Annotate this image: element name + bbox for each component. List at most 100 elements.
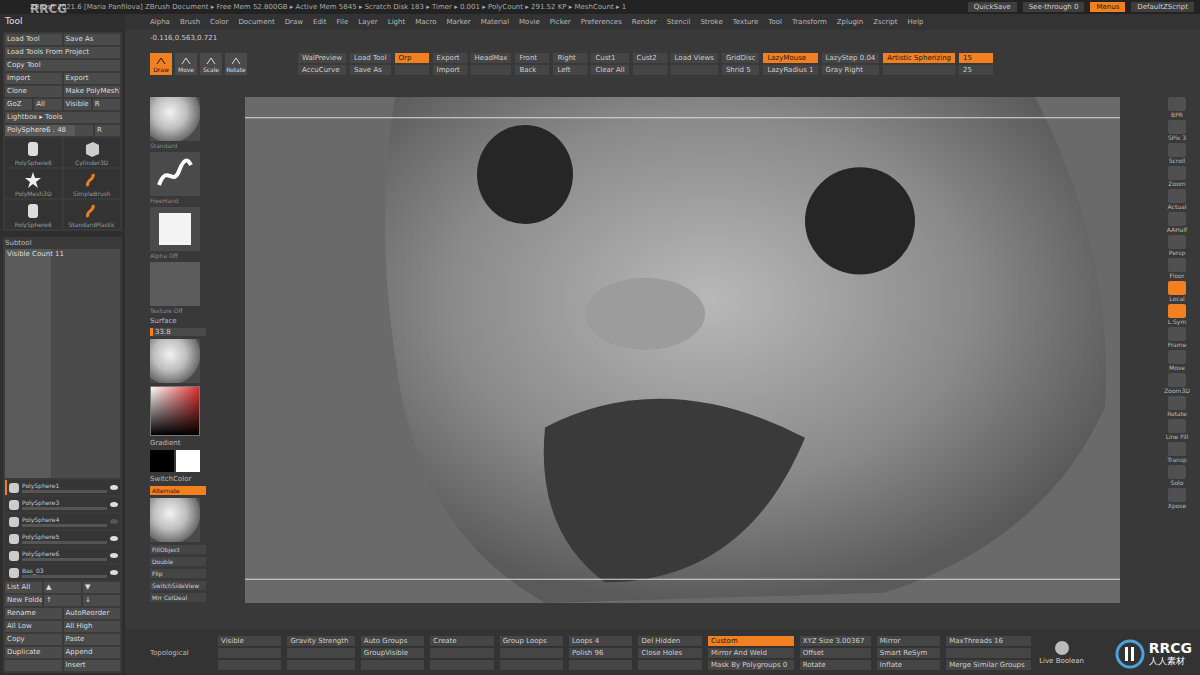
bottom-button[interactable]: Loops 4 <box>569 636 632 646</box>
right-shelf-button[interactable]: BPR <box>1162 97 1192 118</box>
shelf-button[interactable]: Artistic Spherizing <box>883 53 955 63</box>
bottom-button[interactable]: Close Holes <box>638 648 701 658</box>
swatch[interactable] <box>176 450 200 472</box>
visible-count[interactable]: Visible Count 11 <box>5 249 120 478</box>
subtool-button[interactable]: Insert <box>64 660 121 671</box>
menu-item[interactable]: Light <box>388 18 405 26</box>
menu-item[interactable]: Zscript <box>873 18 897 26</box>
right-shelf-button[interactable]: Solo <box>1162 465 1192 486</box>
tool-thumbnail[interactable]: PolySphere6 <box>5 138 62 167</box>
live-boolean[interactable]: Live Boolean <box>1039 641 1084 665</box>
shelf-button[interactable]: Front <box>515 53 549 63</box>
option-button[interactable]: Double <box>150 557 206 566</box>
tool-thumbnail[interactable]: Cylinder3D <box>64 138 121 167</box>
tool-button[interactable]: Save As <box>64 34 121 45</box>
subtool-item[interactable]: PolySphere1 <box>5 480 120 495</box>
shelf-button[interactable]: AccuCurve <box>298 65 346 75</box>
tool-thumbnail[interactable]: SimpleBrush <box>64 169 121 198</box>
menu-item[interactable]: Help <box>908 18 924 26</box>
alpha-slot[interactable]: Alpha Off <box>150 207 206 259</box>
menu-item[interactable]: Brush <box>180 18 200 26</box>
bottom-button[interactable]: Smart ReSym <box>877 648 940 658</box>
right-shelf-button[interactable]: Local <box>1162 281 1192 302</box>
shelf-button[interactable] <box>883 65 955 75</box>
tool-button[interactable]: Clone <box>5 86 62 97</box>
bottom-button[interactable] <box>361 660 424 670</box>
option-button[interactable]: FillObject <box>150 545 206 554</box>
subtool-button[interactable]: ▼ <box>83 582 120 593</box>
tool-thumbnail[interactable]: StandardPlastic <box>64 200 121 229</box>
subtool-button[interactable]: All High <box>64 621 121 632</box>
menu-item[interactable]: Alpha <box>150 18 170 26</box>
title-button[interactable]: See-through 0 <box>1023 2 1085 12</box>
sphere-slot[interactable]: Standard <box>150 97 206 149</box>
subtool-button[interactable]: ▲ <box>44 582 81 593</box>
menu-item[interactable]: Document <box>238 18 274 26</box>
right-shelf-button[interactable]: Zoom <box>1162 166 1192 187</box>
bottom-button[interactable]: Offset <box>800 648 871 658</box>
tool-button[interactable]: R <box>95 125 120 136</box>
mode-button[interactable]: Move <box>175 53 197 75</box>
menu-item[interactable]: Zplugin <box>837 18 863 26</box>
subtool-button[interactable]: ↑ <box>44 595 81 606</box>
shelf-button[interactable] <box>633 65 667 75</box>
menu-item[interactable]: Texture <box>733 18 759 26</box>
subtool-button[interactable]: New Folder <box>5 595 42 606</box>
right-shelf-button[interactable]: Zoom3D <box>1162 373 1192 394</box>
subtool-button[interactable]: Append <box>64 647 121 658</box>
tool-button[interactable]: Import <box>5 73 62 84</box>
option-button[interactable]: Flip <box>150 569 206 578</box>
shelf-button[interactable]: Save As <box>350 65 391 75</box>
tool-button[interactable]: Visible <box>64 99 91 110</box>
subtool-item[interactable]: PolySphere5 <box>5 531 120 546</box>
shelf-button[interactable] <box>671 65 718 75</box>
menu-item[interactable]: Material <box>481 18 509 26</box>
subtool-item[interactable]: Bas_03 <box>5 565 120 580</box>
right-shelf-button[interactable]: Actual <box>1162 189 1192 210</box>
tool-button[interactable]: Load Tools From Project <box>5 47 120 58</box>
subtool-item[interactable]: PolySphere3 <box>5 497 120 512</box>
color-picker[interactable] <box>150 386 200 436</box>
shelf-button[interactable]: LazyStep 0.04 <box>822 53 880 63</box>
subtool-item[interactable]: PolySphere6 <box>5 548 120 563</box>
shelf-button[interactable]: WalPreview <box>298 53 346 63</box>
right-shelf-button[interactable]: Rotate <box>1162 396 1192 417</box>
shelf-button[interactable]: Export <box>433 53 467 63</box>
tool-button[interactable]: Copy Tool <box>5 60 120 71</box>
right-shelf-button[interactable]: Move <box>1162 350 1192 371</box>
menu-item[interactable]: Color <box>210 18 228 26</box>
bottom-button[interactable] <box>500 660 563 670</box>
shelf-button[interactable]: LazyMouse <box>763 53 817 63</box>
bottom-button[interactable]: Merge Similar Groups <box>946 660 1031 670</box>
bottom-button[interactable]: Auto Groups <box>361 636 424 646</box>
bottom-button[interactable]: Custom <box>708 636 794 646</box>
shelf-button[interactable]: 15 <box>959 53 993 63</box>
shelf-button[interactable]: Import <box>433 65 467 75</box>
bottom-button[interactable]: Group Loops <box>500 636 563 646</box>
bottom-button[interactable]: Visible <box>218 636 281 646</box>
menu-item[interactable]: Render <box>632 18 657 26</box>
menu-item[interactable]: Layer <box>358 18 378 26</box>
menu-item[interactable]: Stroke <box>700 18 722 26</box>
current-tool[interactable]: PolySphere6 . 48 R <box>5 125 120 136</box>
shelf-button[interactable]: Cust2 <box>633 53 667 63</box>
menu-item[interactable]: Stencil <box>667 18 691 26</box>
bottom-button[interactable] <box>287 660 354 670</box>
eye-icon[interactable] <box>110 553 118 558</box>
right-shelf-button[interactable]: Xpose <box>1162 488 1192 509</box>
shelf-button[interactable] <box>471 65 512 75</box>
mode-button[interactable]: Rotate <box>225 53 247 75</box>
tool-button[interactable]: Export <box>64 73 121 84</box>
color-swatches[interactable] <box>150 450 206 472</box>
right-shelf-button[interactable]: Line Fill <box>1162 419 1192 440</box>
subtool-button[interactable]: Paste <box>64 634 121 645</box>
menu-item[interactable]: Preferences <box>581 18 622 26</box>
eye-icon[interactable] <box>110 570 118 575</box>
bottom-button[interactable]: MaxThreads 16 <box>946 636 1031 646</box>
bottom-button[interactable] <box>946 648 1031 658</box>
title-button[interactable]: Menus <box>1090 2 1125 12</box>
bottom-button[interactable] <box>218 648 281 658</box>
bottom-button[interactable] <box>287 648 354 658</box>
shelf-button[interactable]: Cust1 <box>591 53 628 63</box>
bottom-button[interactable] <box>500 648 563 658</box>
